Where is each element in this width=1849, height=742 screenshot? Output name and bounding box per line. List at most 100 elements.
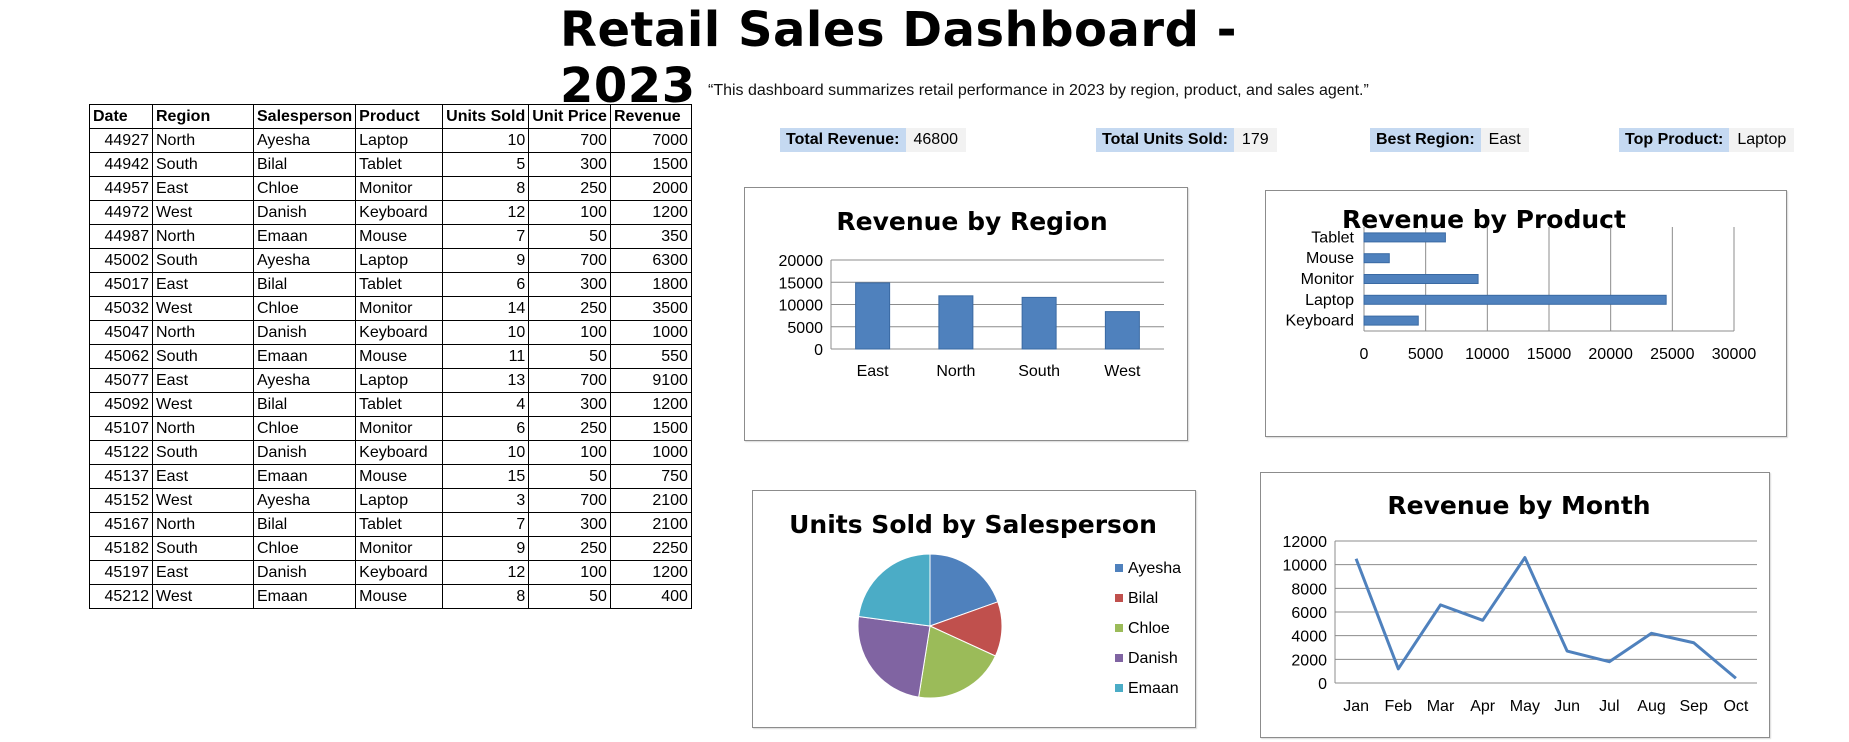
table-cell: 50 bbox=[528, 464, 611, 489]
y-tick-label: 4000 bbox=[1291, 629, 1327, 646]
table-row: 44942 South Bilal Tablet 5 300 1500 bbox=[89, 152, 692, 177]
table-row: 44927 North Ayesha Laptop 10 700 7000 bbox=[89, 128, 692, 153]
table-cell: South bbox=[152, 344, 254, 369]
table-cell: Bilal bbox=[252, 392, 357, 417]
table-cell: North bbox=[152, 224, 254, 249]
x-tick-label: 25000 bbox=[1650, 346, 1695, 363]
table-cell: Monitor bbox=[355, 416, 444, 441]
page-subtitle: “This dashboard summarizes retail perfor… bbox=[708, 82, 1369, 99]
table-row: 45137 East Emaan Mouse 15 50 750 bbox=[89, 464, 692, 489]
column-header: Region bbox=[152, 104, 254, 129]
chart-title: Revenue by Region bbox=[836, 207, 1107, 236]
table-header-row: Date Region Salesperson Product Units Sold Un… bbox=[89, 104, 692, 129]
table-cell: 10 bbox=[442, 320, 530, 345]
table-cell: 700 bbox=[528, 248, 611, 273]
x-tick-label: Aug bbox=[1637, 698, 1665, 715]
table-cell: 8 bbox=[442, 584, 530, 609]
x-tick-label: May bbox=[1510, 698, 1540, 715]
table-cell: 44987 bbox=[89, 224, 153, 249]
table-cell: Keyboard bbox=[355, 560, 444, 585]
y-tick-label: 20000 bbox=[779, 253, 824, 270]
table-cell: 44972 bbox=[89, 200, 153, 225]
table-cell: 45212 bbox=[89, 584, 153, 609]
table-cell: 100 bbox=[528, 200, 611, 225]
table-cell: 11 bbox=[442, 344, 530, 369]
table-cell: 45017 bbox=[89, 272, 153, 297]
table-cell: Mouse bbox=[355, 224, 444, 249]
table-cell: 50 bbox=[528, 584, 611, 609]
table-cell: East bbox=[152, 176, 254, 201]
legend-label: Danish bbox=[1128, 650, 1178, 667]
table-cell: Laptop bbox=[355, 128, 444, 153]
table-cell: 44957 bbox=[89, 176, 153, 201]
y-tick-label: 8000 bbox=[1291, 581, 1327, 598]
bar-monitor bbox=[1363, 274, 1479, 284]
table-cell: South bbox=[152, 152, 254, 177]
table-cell: 2250 bbox=[609, 536, 692, 561]
x-tick-label: Feb bbox=[1385, 698, 1413, 715]
table-row: 44987 North Emaan Mouse 7 50 350 bbox=[89, 224, 692, 249]
table-cell: 300 bbox=[528, 152, 611, 177]
legend-label: Chloe bbox=[1128, 620, 1170, 637]
y-tick-label: 10000 bbox=[779, 298, 824, 315]
kpi-label: Total Units Sold: bbox=[1096, 128, 1234, 152]
table-cell: 45047 bbox=[89, 320, 153, 345]
table-cell: West bbox=[152, 200, 254, 225]
table-cell: Mouse bbox=[355, 464, 444, 489]
table-row: 45182 South Chloe Monitor 9 250 2250 bbox=[89, 536, 692, 561]
x-tick-label: Jul bbox=[1599, 698, 1619, 715]
legend-swatch bbox=[1115, 594, 1123, 602]
table-cell: 45167 bbox=[89, 512, 153, 537]
table-cell: 5 bbox=[442, 152, 530, 177]
chart-revenue-by-product: Revenue by Product 0 5000 10000 15000 20000 2… bbox=[1265, 190, 1787, 437]
table-row: 45212 West Emaan Mouse 8 50 400 bbox=[89, 584, 692, 609]
table-cell: 6300 bbox=[609, 248, 692, 273]
legend-swatch bbox=[1115, 654, 1123, 662]
bar-keyboard bbox=[1363, 315, 1419, 326]
table-cell: 2000 bbox=[609, 176, 692, 201]
x-tick-label: 30000 bbox=[1712, 346, 1757, 363]
table-row: 44957 East Chloe Monitor 8 250 2000 bbox=[89, 176, 692, 201]
table-row: 44972 West Danish Keyboard 12 100 1200 bbox=[89, 200, 692, 225]
table-cell: 45152 bbox=[89, 488, 153, 513]
table-cell: Emaan bbox=[252, 224, 357, 249]
x-tick-label: 0 bbox=[1360, 346, 1369, 363]
y-tick-label: 15000 bbox=[779, 275, 824, 292]
y-tick-label: 6000 bbox=[1291, 605, 1327, 622]
table-cell: 15 bbox=[442, 464, 530, 489]
bar-north bbox=[938, 295, 974, 350]
kpi-total-revenue: Total Revenue: 46800 bbox=[780, 128, 966, 152]
table-cell: East bbox=[152, 560, 254, 585]
table-cell: 2100 bbox=[609, 488, 692, 513]
table-cell: 300 bbox=[528, 272, 611, 297]
table-cell: 400 bbox=[609, 584, 692, 609]
table-cell: Keyboard bbox=[355, 440, 444, 465]
table-cell: Monitor bbox=[355, 176, 444, 201]
legend-label: Emaan bbox=[1128, 680, 1179, 697]
table-cell: Tablet bbox=[355, 392, 444, 417]
table-cell: 1000 bbox=[609, 320, 692, 345]
chart-revenue-by-region: Revenue by Region 0 5000 10000 15000 20000 Ea… bbox=[744, 187, 1188, 441]
legend-swatch bbox=[1115, 624, 1123, 632]
table-cell: 6 bbox=[442, 272, 530, 297]
y-tick-label: 0 bbox=[1318, 676, 1327, 693]
y-tick-label: 2000 bbox=[1291, 652, 1327, 669]
pie-slice-emaan bbox=[858, 553, 931, 627]
table-cell: 250 bbox=[528, 536, 611, 561]
x-tick-label: 15000 bbox=[1527, 346, 1572, 363]
table-cell: 7 bbox=[442, 224, 530, 249]
table-cell: Danish bbox=[252, 320, 357, 345]
table-row: 45062 South Emaan Mouse 11 50 550 bbox=[89, 344, 692, 369]
table-cell: 9 bbox=[442, 248, 530, 273]
table-cell: 300 bbox=[528, 512, 611, 537]
x-tick-label: Jan bbox=[1343, 698, 1369, 715]
x-tick-label: Apr bbox=[1470, 698, 1496, 715]
month-line-chart-svg: Revenue by Month 0 2000 4000 6000 8000 10000 1… bbox=[1283, 491, 1757, 715]
y-tick-label: 10000 bbox=[1283, 558, 1328, 575]
table-cell: Tablet bbox=[355, 512, 444, 537]
table-row: 45032 West Chloe Monitor 14 250 3500 bbox=[89, 296, 692, 321]
x-tick-label: 5000 bbox=[1408, 346, 1444, 363]
table-row: 45197 East Danish Keyboard 12 100 1200 bbox=[89, 560, 692, 585]
table-cell: South bbox=[152, 536, 254, 561]
table-cell: 700 bbox=[528, 128, 611, 153]
